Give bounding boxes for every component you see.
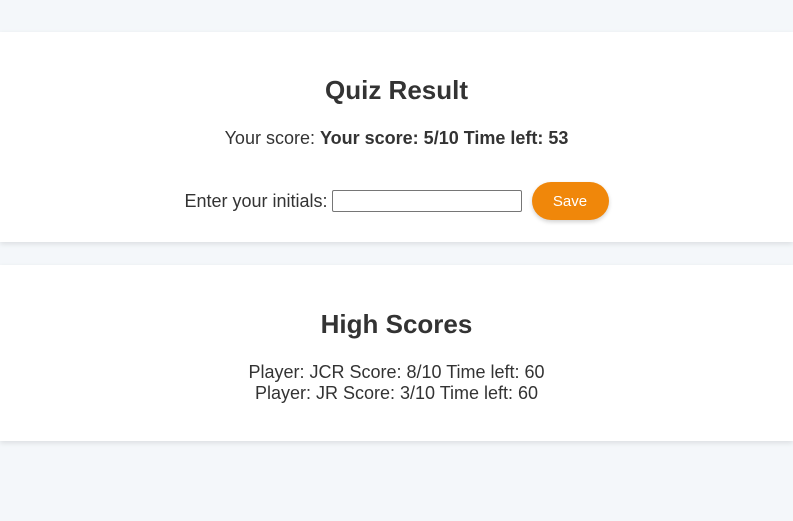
high-scores-list: Player: JCR Score: 8/10 Time left: 60 Pl… <box>0 362 793 404</box>
initials-form: Enter your initials: Save <box>0 182 793 220</box>
high-scores-card: High Scores Player: JCR Score: 8/10 Time… <box>0 265 793 441</box>
initials-input[interactable] <box>331 190 522 212</box>
list-item: Player: JR Score: 3/10 Time left: 60 <box>254 383 539 403</box>
initials-label: Enter your initials: <box>184 190 328 211</box>
high-scores-title: High Scores <box>320 309 473 339</box>
score-summary: Your score: Your score: 5/10 Time left: … <box>0 128 793 149</box>
score-value: Your score: 5/10 Time left: 53 <box>319 128 569 148</box>
quiz-result-card: Quiz Result Your score: Your score: 5/10… <box>0 32 793 242</box>
score-prefix: Your score: <box>224 128 315 148</box>
save-button[interactable]: Save <box>531 182 609 220</box>
quiz-result-title: Quiz Result <box>324 75 468 105</box>
list-item: Player: JCR Score: 8/10 Time left: 60 <box>248 362 545 382</box>
